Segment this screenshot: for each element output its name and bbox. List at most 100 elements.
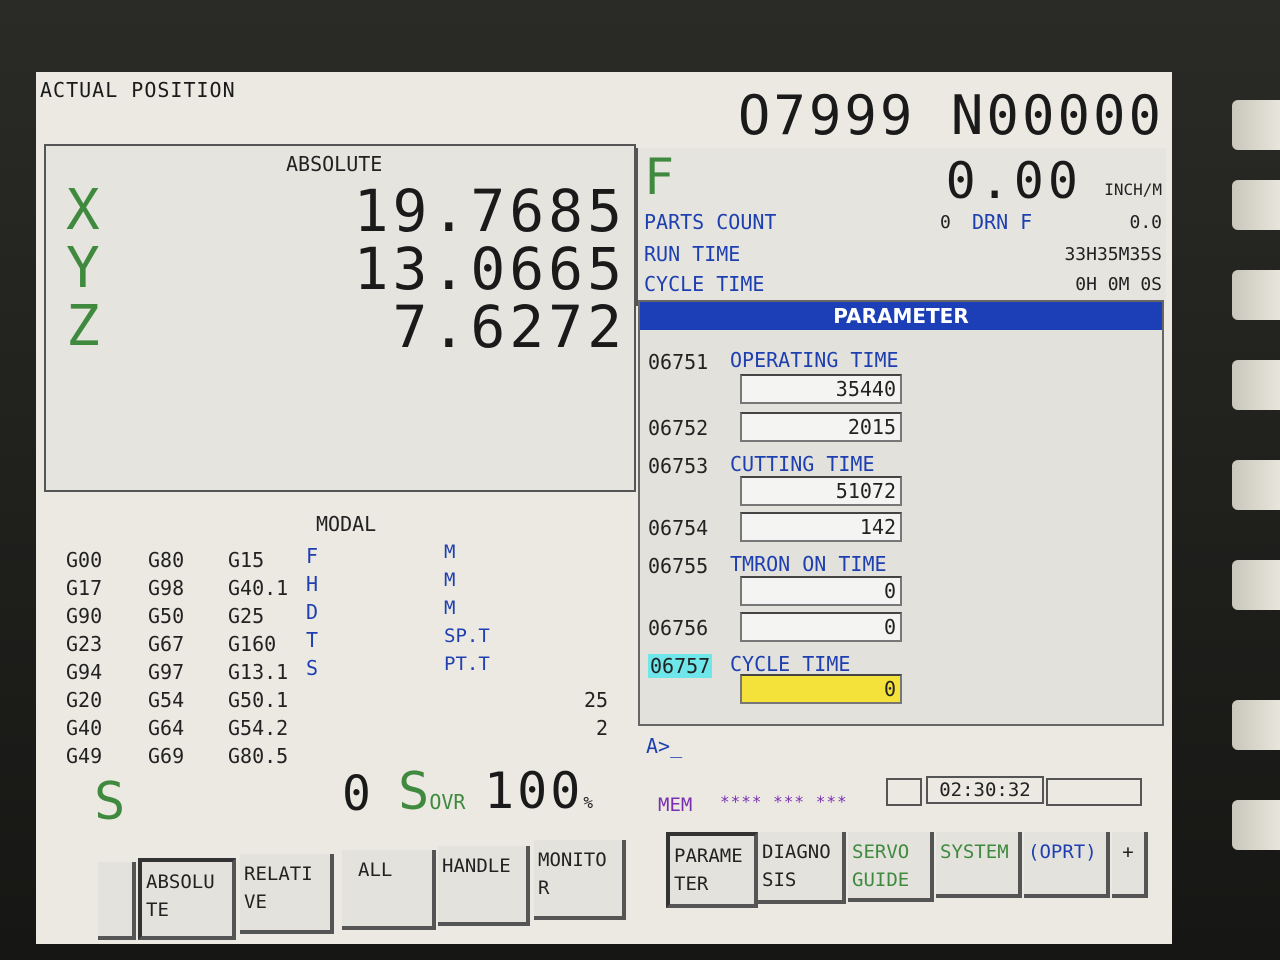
param-field-06751[interactable]: 35440 bbox=[740, 374, 902, 404]
m-letter: M bbox=[444, 541, 456, 563]
override-label: OVR bbox=[429, 790, 466, 814]
gcode: G160 bbox=[228, 632, 277, 656]
gcode-column-1: G00 G17 G90 G23 G94 G20 G40 G49 bbox=[66, 546, 102, 770]
gcode: G13.1 bbox=[228, 660, 289, 684]
softkey-label: PARAME bbox=[674, 845, 743, 867]
param-field-06756[interactable]: 0 bbox=[740, 612, 902, 642]
softkey-label: SERVO bbox=[852, 841, 910, 863]
param-field-06757[interactable]: 0 bbox=[740, 674, 902, 704]
axis-row-y: Y 13.0665 bbox=[66, 235, 626, 303]
feed-panel: F 0.00 INCH/M PARTS COUNT 0 DRN F 0.0 RU… bbox=[636, 148, 1166, 306]
gcode: G54.2 bbox=[228, 716, 289, 740]
param-name: CYCLE TIME bbox=[730, 652, 851, 676]
gcode: G90 bbox=[66, 604, 103, 628]
gcode: G23 bbox=[66, 632, 103, 656]
softkey-label: TER bbox=[674, 873, 709, 895]
gcode: G54 bbox=[148, 688, 185, 712]
drn-value: 0.0 bbox=[1129, 212, 1162, 233]
param-number: 06751 bbox=[648, 350, 709, 374]
modal-panel: MODAL G00 G17 G90 G23 G94 G20 G40 G49 G8… bbox=[44, 502, 636, 772]
side-button-1[interactable] bbox=[1232, 100, 1280, 150]
side-button-3[interactable] bbox=[1232, 270, 1280, 320]
softkey-label: MONITO bbox=[538, 849, 607, 871]
side-button-6[interactable] bbox=[1232, 560, 1280, 610]
m-code-column: M M M SP.T PT.T bbox=[444, 538, 490, 678]
axis-letter: Y bbox=[66, 236, 100, 301]
absolute-label: ABSOLUTE bbox=[286, 152, 383, 176]
softkey-label: SIS bbox=[762, 869, 797, 891]
spindle-letter: S bbox=[94, 772, 126, 832]
gcode: G50 bbox=[148, 604, 185, 628]
status-bar: MEM **** *** *** 02:30:32 bbox=[646, 770, 1146, 816]
axis-value: 19.7685 bbox=[353, 177, 626, 245]
gcode: G49 bbox=[66, 744, 103, 768]
run-time-label: RUN TIME bbox=[644, 242, 741, 266]
softkey-relative[interactable]: RELATI VE bbox=[240, 854, 334, 934]
param-number: 06754 bbox=[648, 516, 709, 540]
param-number: 06752 bbox=[648, 416, 709, 440]
softkey-servo-guide[interactable]: SERVO GUIDE bbox=[848, 832, 934, 902]
softkey-label: ALL bbox=[358, 859, 393, 881]
gcode: G67 bbox=[148, 632, 185, 656]
gcode: G97 bbox=[148, 660, 185, 684]
softkey-left-arrow[interactable] bbox=[98, 862, 136, 940]
softkey-parameter[interactable]: PARAME TER bbox=[666, 832, 758, 908]
softkey-next[interactable]: + bbox=[1112, 832, 1148, 898]
key-input-prompt[interactable]: A>_ bbox=[646, 734, 682, 758]
softkey-label: ABSOLU bbox=[146, 871, 215, 893]
gcode: G80 bbox=[148, 548, 185, 572]
param-number: 06753 bbox=[648, 454, 709, 478]
softkey-label: GUIDE bbox=[852, 869, 910, 891]
softkey-label: SYSTEM bbox=[940, 841, 1009, 863]
axis-value: 13.0665 bbox=[353, 235, 626, 303]
gcode: G94 bbox=[66, 660, 103, 684]
override-value: 100 bbox=[484, 762, 584, 820]
address-letter: F bbox=[306, 544, 319, 568]
softkey-absolute[interactable]: ABSOLU TE bbox=[138, 858, 236, 940]
side-button-7[interactable] bbox=[1232, 700, 1280, 750]
gcode: G25 bbox=[228, 604, 265, 628]
param-field-06754[interactable]: 142 bbox=[740, 512, 902, 542]
softkey-label: RELATI bbox=[244, 863, 313, 885]
param-field-06752[interactable]: 2015 bbox=[740, 412, 902, 442]
status-box bbox=[1046, 778, 1142, 806]
position-panel: ABSOLUTE X 19.7685 Y 13.0665 Z 7.6272 bbox=[44, 144, 636, 492]
gcode: G69 bbox=[148, 744, 185, 768]
param-field-06753[interactable]: 51072 bbox=[740, 476, 902, 506]
m-letter: M bbox=[444, 597, 456, 619]
softkey-label: VE bbox=[244, 891, 267, 913]
side-button-4[interactable] bbox=[1232, 360, 1280, 410]
axis-letter: X bbox=[66, 178, 100, 243]
cnc-screen: ACTUAL POSITION O7999 N00000 ABSOLUTE X … bbox=[36, 72, 1172, 944]
softkey-label: R bbox=[538, 877, 550, 899]
softkey-diagnosis[interactable]: DIAGNO SIS bbox=[758, 832, 846, 904]
pt-value: 2 bbox=[596, 716, 609, 740]
modal-title: MODAL bbox=[316, 512, 377, 536]
side-button-8[interactable] bbox=[1232, 800, 1280, 850]
gcode: G20 bbox=[66, 688, 103, 712]
m-letter: M bbox=[444, 569, 456, 591]
softkey-monitor[interactable]: MONITO R bbox=[534, 840, 626, 920]
status-box bbox=[886, 778, 922, 806]
parameter-panel: PARAMETER 06751 OPERATING TIME 35440 067… bbox=[638, 300, 1164, 726]
gcode: G15 bbox=[228, 548, 265, 572]
param-field-06755[interactable]: 0 bbox=[740, 576, 902, 606]
softkey-label: + bbox=[1122, 841, 1134, 863]
side-button-2[interactable] bbox=[1232, 180, 1280, 230]
address-letter: H bbox=[306, 572, 319, 596]
softkey-operation[interactable]: (OPRT) bbox=[1024, 832, 1110, 898]
softkey-system[interactable]: SYSTEM bbox=[936, 832, 1022, 898]
override-letter: S bbox=[398, 762, 430, 822]
param-name: CUTTING TIME bbox=[730, 452, 875, 476]
gcode: G80.5 bbox=[228, 744, 289, 768]
gcode: G17 bbox=[66, 576, 103, 600]
side-button-5[interactable] bbox=[1232, 460, 1280, 510]
gcode: G00 bbox=[66, 548, 103, 572]
softkey-all[interactable]: ALL bbox=[342, 850, 436, 930]
clock: 02:30:32 bbox=[926, 776, 1044, 804]
parts-count-label: PARTS COUNT bbox=[644, 210, 777, 234]
param-number-selected: 06757 bbox=[648, 654, 713, 678]
spindle-value: 0 bbox=[342, 766, 371, 822]
cycle-time-label: CYCLE TIME bbox=[644, 272, 765, 296]
softkey-handle[interactable]: HANDLE bbox=[438, 846, 530, 926]
